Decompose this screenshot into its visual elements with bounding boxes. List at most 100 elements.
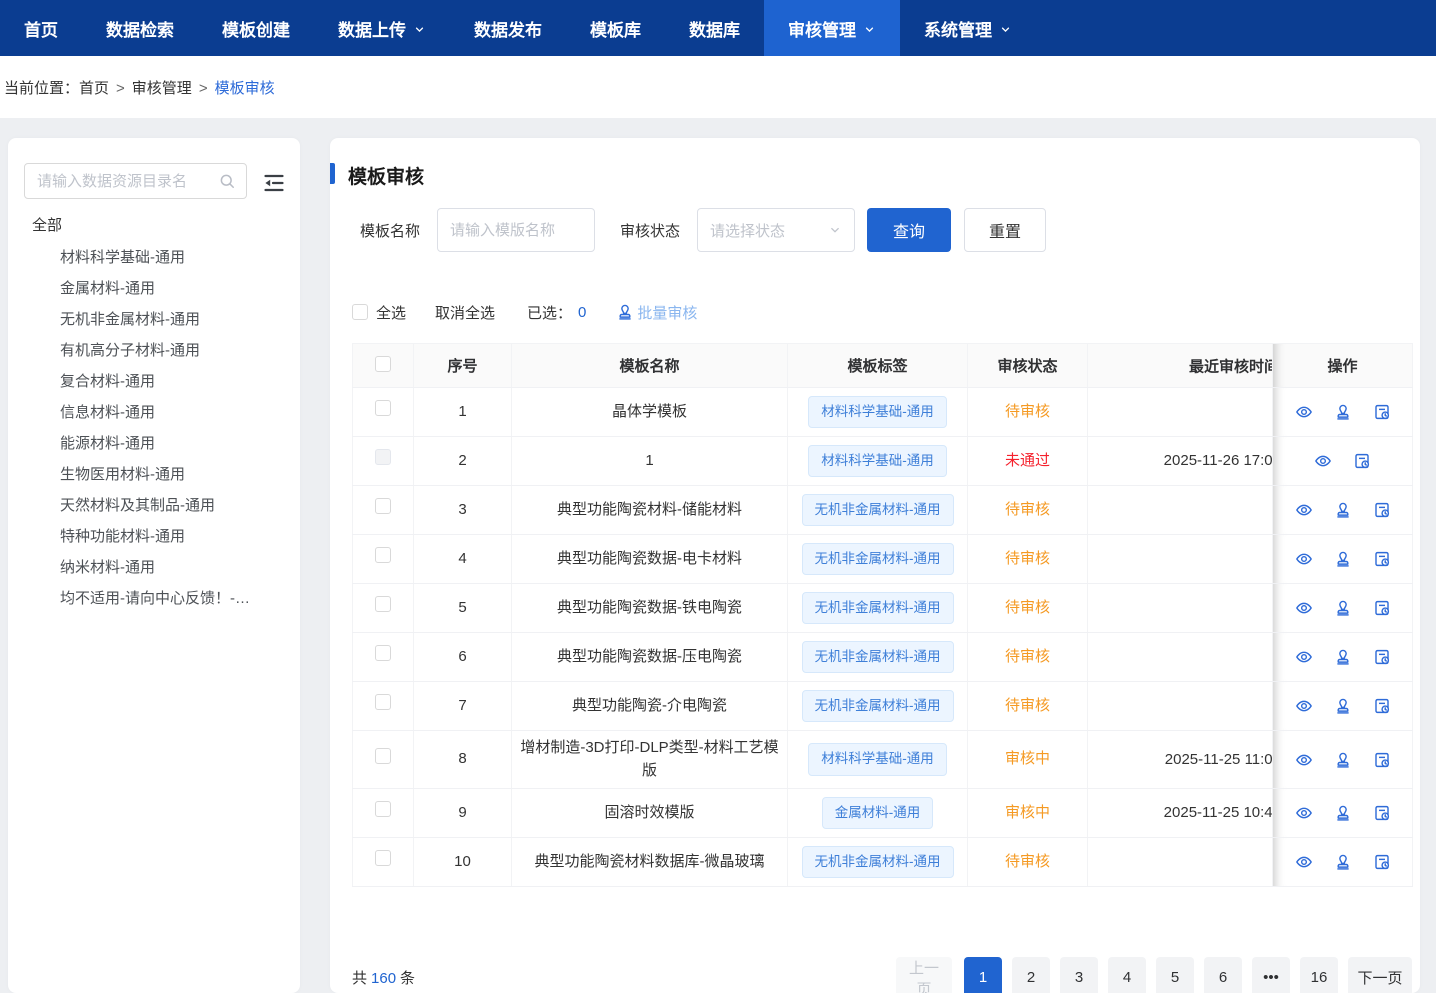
sidebar-search-box[interactable]: [24, 163, 247, 199]
select-all-checkbox[interactable]: [352, 304, 368, 320]
row-checkbox[interactable]: [375, 748, 391, 764]
row-checkbox[interactable]: [375, 449, 391, 465]
page-button-16[interactable]: 16: [1300, 957, 1338, 993]
batch-audit-button[interactable]: 批量审核: [616, 302, 697, 323]
template-tag: 无机非金属材料-通用: [802, 592, 954, 624]
page-button-1[interactable]: 1: [964, 957, 1002, 993]
nav-item-1[interactable]: 首页: [0, 0, 82, 56]
next-page-button[interactable]: 下一页: [1348, 957, 1412, 993]
audit-record-icon[interactable]: [1373, 550, 1391, 568]
tree-item-2[interactable]: 金属材料-通用: [8, 273, 300, 304]
audit-table: 序号 模板名称 模板标签 审核状态 最近审核时间 操作 1晶体学模板材料科学基础…: [352, 343, 1413, 887]
page-button-3[interactable]: 3: [1060, 957, 1098, 993]
audit-record-icon[interactable]: [1373, 648, 1391, 666]
page-button-2[interactable]: 2: [1012, 957, 1050, 993]
tree-item-8[interactable]: 生物医用材料-通用: [8, 459, 300, 490]
approve-stamp-icon[interactable]: [1334, 853, 1352, 871]
row-checkbox[interactable]: [375, 596, 391, 612]
nav-item-6[interactable]: 模板库: [566, 0, 665, 56]
nav-item-8[interactable]: 审核管理: [764, 0, 900, 56]
row-checkbox[interactable]: [375, 547, 391, 563]
template-tag: 无机非金属材料-通用: [802, 690, 954, 722]
template-tag: 金属材料-通用: [822, 797, 934, 829]
row-checkbox[interactable]: [375, 801, 391, 817]
tree-item-4[interactable]: 有机高分子材料-通用: [8, 335, 300, 366]
template-name-field[interactable]: [437, 208, 595, 252]
audit-record-icon[interactable]: [1373, 804, 1391, 822]
tree-item-12[interactable]: 均不适用-请向中心反馈！-…: [8, 583, 300, 614]
audit-record-icon[interactable]: [1373, 853, 1391, 871]
header-actions: 操作: [1273, 344, 1413, 388]
nav-item-label: 数据上传: [338, 16, 406, 41]
tree-item-1[interactable]: 材料科学基础-通用: [8, 242, 300, 273]
approve-stamp-icon[interactable]: [1334, 550, 1352, 568]
breadcrumb-item-3[interactable]: 模板审核: [215, 80, 275, 97]
view-eye-icon[interactable]: [1295, 853, 1313, 871]
view-eye-icon[interactable]: [1295, 804, 1313, 822]
row-checkbox[interactable]: [375, 850, 391, 866]
page-ellipsis-button[interactable]: •••: [1252, 957, 1290, 993]
nav-item-2[interactable]: 数据检索: [82, 0, 198, 56]
breadcrumb-item-2[interactable]: 审核管理: [132, 80, 192, 97]
tree-item-9[interactable]: 天然材料及其制品-通用: [8, 490, 300, 521]
audit-status-select[interactable]: 请选择状态: [697, 208, 855, 252]
top-navbar: 首页数据检索模板创建数据上传 数据发布模板库数据库审核管理 系统管理: [0, 0, 1436, 56]
view-eye-icon[interactable]: [1314, 452, 1332, 470]
tree-item-3[interactable]: 无机非金属材料-通用: [8, 304, 300, 335]
row-checkbox[interactable]: [375, 694, 391, 710]
header-checkbox[interactable]: [375, 356, 391, 372]
tree-item-11[interactable]: 纳米材料-通用: [8, 552, 300, 583]
tree-item-10[interactable]: 特种功能材料-通用: [8, 521, 300, 552]
view-eye-icon[interactable]: [1295, 501, 1313, 519]
status-badge: 待审核: [1005, 550, 1050, 567]
prev-page-button[interactable]: 上一页: [896, 957, 952, 993]
nav-item-4[interactable]: 数据上传: [314, 0, 450, 56]
audit-record-icon[interactable]: [1373, 697, 1391, 715]
search-icon: [218, 172, 236, 190]
tree-item-all[interactable]: 全部: [8, 210, 300, 242]
nav-item-3[interactable]: 模板创建: [198, 0, 314, 56]
status-badge: 待审核: [1005, 403, 1050, 420]
approve-stamp-icon[interactable]: [1334, 648, 1352, 666]
nav-item-5[interactable]: 数据发布: [450, 0, 566, 56]
breadcrumb-item-1[interactable]: 首页: [79, 80, 109, 97]
search-button[interactable]: 查询: [867, 208, 951, 252]
deselect-all-button[interactable]: 取消全选: [435, 302, 495, 323]
nav-item-9[interactable]: 系统管理: [900, 0, 1036, 56]
approve-stamp-icon[interactable]: [1334, 804, 1352, 822]
table-row: 10典型功能陶瓷材料数据库-微晶玻璃无机非金属材料-通用待审核: [353, 838, 1413, 887]
row-checkbox[interactable]: [375, 400, 391, 416]
audit-record-icon[interactable]: [1373, 501, 1391, 519]
approve-stamp-icon[interactable]: [1334, 501, 1352, 519]
page-button-5[interactable]: 5: [1156, 957, 1194, 993]
approve-stamp-icon[interactable]: [1334, 403, 1352, 421]
tree-item-5[interactable]: 复合材料-通用: [8, 366, 300, 397]
nav-item-7[interactable]: 数据库: [665, 0, 764, 56]
audit-record-icon[interactable]: [1373, 599, 1391, 617]
approve-stamp-icon[interactable]: [1334, 599, 1352, 617]
tree-item-6[interactable]: 信息材料-通用: [8, 397, 300, 428]
view-eye-icon[interactable]: [1295, 403, 1313, 421]
view-eye-icon[interactable]: [1295, 751, 1313, 769]
view-eye-icon[interactable]: [1295, 550, 1313, 568]
menu-fold-icon[interactable]: [262, 171, 286, 193]
page-button-4[interactable]: 4: [1108, 957, 1146, 993]
template-name-input[interactable]: [450, 222, 582, 239]
row-checkbox[interactable]: [375, 498, 391, 514]
row-actions: [1281, 501, 1404, 519]
approve-stamp-icon[interactable]: [1334, 697, 1352, 715]
audit-record-icon[interactable]: [1373, 751, 1391, 769]
nav-item-label: 审核管理: [788, 16, 856, 41]
view-eye-icon[interactable]: [1295, 599, 1313, 617]
view-eye-icon[interactable]: [1295, 648, 1313, 666]
audit-record-icon[interactable]: [1353, 452, 1371, 470]
audit-record-icon[interactable]: [1373, 403, 1391, 421]
reset-button[interactable]: 重置: [964, 208, 1046, 252]
select-all-label[interactable]: 全选: [376, 302, 406, 323]
page-button-6[interactable]: 6: [1204, 957, 1242, 993]
sidebar-search-input[interactable]: [37, 173, 218, 190]
approve-stamp-icon[interactable]: [1334, 751, 1352, 769]
tree-item-7[interactable]: 能源材料-通用: [8, 428, 300, 459]
view-eye-icon[interactable]: [1295, 697, 1313, 715]
row-checkbox[interactable]: [375, 645, 391, 661]
